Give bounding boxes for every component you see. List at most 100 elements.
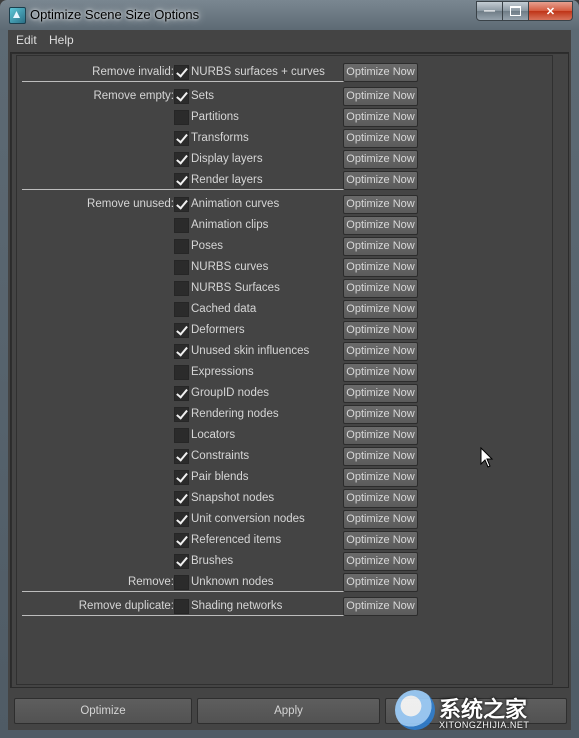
option-label[interactable]: Locators — [191, 429, 235, 441]
option-checkbox[interactable] — [174, 491, 189, 506]
optimize-now-button[interactable]: Optimize Now — [343, 531, 418, 550]
option-label[interactable]: Animation curves — [191, 198, 279, 210]
option-label[interactable]: Unknown nodes — [191, 576, 273, 588]
option-label[interactable]: Animation clips — [191, 219, 268, 231]
option-label[interactable]: Partitions — [191, 111, 239, 123]
optimize-now-button[interactable]: Optimize Now — [343, 150, 418, 169]
optimize-now-button[interactable]: Optimize Now — [343, 216, 418, 235]
option-label[interactable]: Render layers — [191, 174, 263, 186]
option-checkbox[interactable] — [174, 428, 189, 443]
option-label[interactable]: Poses — [191, 240, 223, 252]
option-checkbox[interactable] — [174, 65, 189, 80]
optimize-now-button[interactable]: Optimize Now — [343, 384, 418, 403]
optimize-now-button[interactable]: Optimize Now — [343, 489, 418, 508]
apply-button[interactable]: Apply — [197, 698, 380, 724]
option-checkbox[interactable] — [174, 449, 189, 464]
option-checkbox[interactable] — [174, 239, 189, 254]
option-checkbox[interactable] — [174, 575, 189, 590]
options-panel: Remove invalid: NURBS surfaces + curves Op… — [10, 52, 569, 688]
option-label[interactable]: Pair blends — [191, 471, 249, 483]
option-checkbox[interactable] — [174, 152, 189, 167]
optimize-now-button[interactable]: Optimize Now — [343, 300, 418, 319]
option-checkbox[interactable] — [174, 533, 189, 548]
optimize-now-button[interactable]: Optimize Now — [343, 321, 418, 340]
optimize-now-button[interactable]: Optimize Now — [343, 405, 418, 424]
optimize-now-button[interactable]: Optimize Now — [343, 108, 418, 127]
option-label[interactable]: GroupID nodes — [191, 387, 269, 399]
option-label[interactable]: Brushes — [191, 555, 233, 567]
option-label[interactable]: Unused skin influences — [191, 345, 309, 357]
option-row: Expressions Optimize Now — [17, 362, 552, 383]
option-label[interactable]: Rendering nodes — [191, 408, 279, 420]
optimize-now-button[interactable]: Optimize Now — [343, 363, 418, 382]
option-label[interactable]: Sets — [191, 90, 214, 102]
maximize-button[interactable] — [503, 1, 529, 21]
option-label[interactable]: Constraints — [191, 450, 249, 462]
option-checkbox[interactable] — [174, 173, 189, 188]
menu-help[interactable]: Help — [49, 33, 74, 47]
option-row: Brushes Optimize Now — [17, 551, 552, 572]
optimize-now-button[interactable]: Optimize Now — [343, 468, 418, 487]
option-label[interactable]: NURBS surfaces + curves — [191, 66, 325, 78]
watermark-subtext: XITONGZHIJIA.NET — [439, 720, 530, 730]
option-row: Locators Optimize Now — [17, 425, 552, 446]
optimize-now-button[interactable]: Optimize Now — [343, 447, 418, 466]
option-checkbox[interactable] — [174, 599, 189, 614]
optimize-now-button[interactable]: Optimize Now — [343, 258, 418, 277]
close-button[interactable]: ✕ — [529, 1, 573, 21]
option-checkbox[interactable] — [174, 197, 189, 212]
option-label[interactable]: Display layers — [191, 153, 263, 165]
option-checkbox[interactable] — [174, 260, 189, 275]
option-checkbox[interactable] — [174, 110, 189, 125]
option-checkbox[interactable] — [174, 281, 189, 296]
option-label[interactable]: Cached data — [191, 303, 256, 315]
optimize-now-button[interactable]: Optimize Now — [343, 87, 418, 106]
option-checkbox[interactable] — [174, 470, 189, 485]
option-label[interactable]: Transforms — [191, 132, 249, 144]
option-row: Partitions Optimize Now — [17, 107, 552, 128]
option-checkbox[interactable] — [174, 365, 189, 380]
menu-edit[interactable]: Edit — [16, 33, 37, 47]
optimize-now-button[interactable]: Optimize Now — [343, 237, 418, 256]
option-label[interactable]: Snapshot nodes — [191, 492, 274, 504]
option-checkbox[interactable] — [174, 407, 189, 422]
window-title: Optimize Scene Size Options — [30, 7, 200, 22]
option-checkbox[interactable] — [174, 344, 189, 359]
optimize-now-button[interactable]: Optimize Now — [343, 342, 418, 361]
optimize-now-button[interactable]: Optimize Now — [343, 573, 418, 592]
option-row: NURBS curves Optimize Now — [17, 257, 552, 278]
option-checkbox[interactable] — [174, 323, 189, 338]
optimize-now-button[interactable]: Optimize Now — [343, 171, 418, 190]
option-label[interactable]: Unit conversion nodes — [191, 513, 305, 525]
minimize-button[interactable]: — — [476, 1, 503, 21]
option-checkbox[interactable] — [174, 302, 189, 317]
optimize-now-button[interactable]: Optimize Now — [343, 279, 418, 298]
option-label[interactable]: Expressions — [191, 366, 254, 378]
group-label: Remove invalid: — [92, 66, 174, 78]
option-checkbox[interactable] — [174, 89, 189, 104]
title-bar[interactable]: Optimize Scene Size Options — ✕ — [0, 0, 579, 30]
window-controls: — ✕ — [476, 1, 573, 21]
option-checkbox[interactable] — [174, 386, 189, 401]
option-checkbox[interactable] — [174, 218, 189, 233]
optimize-now-button[interactable]: Optimize Now — [343, 510, 418, 529]
option-label[interactable]: NURBS Surfaces — [191, 282, 280, 294]
option-checkbox[interactable] — [174, 512, 189, 527]
option-label[interactable]: Referenced items — [191, 534, 281, 546]
option-row: Poses Optimize Now — [17, 236, 552, 257]
option-row: Animation clips Optimize Now — [17, 215, 552, 236]
option-row: Rendering nodes Optimize Now — [17, 404, 552, 425]
optimize-button[interactable]: Optimize — [14, 698, 192, 724]
optimize-now-button[interactable]: Optimize Now — [343, 129, 418, 148]
option-label[interactable]: NURBS curves — [191, 261, 268, 273]
option-label[interactable]: Deformers — [191, 324, 245, 336]
watermark: 系统之家 XITONGZHIJIA.NET — [395, 686, 575, 736]
optimize-now-button[interactable]: Optimize Now — [343, 597, 418, 616]
optimize-now-button[interactable]: Optimize Now — [343, 195, 418, 214]
optimize-now-button[interactable]: Optimize Now — [343, 426, 418, 445]
option-label[interactable]: Shading networks — [191, 600, 282, 612]
option-checkbox[interactable] — [174, 554, 189, 569]
optimize-now-button[interactable]: Optimize Now — [343, 552, 418, 571]
optimize-now-button[interactable]: Optimize Now — [343, 63, 418, 82]
option-checkbox[interactable] — [174, 131, 189, 146]
